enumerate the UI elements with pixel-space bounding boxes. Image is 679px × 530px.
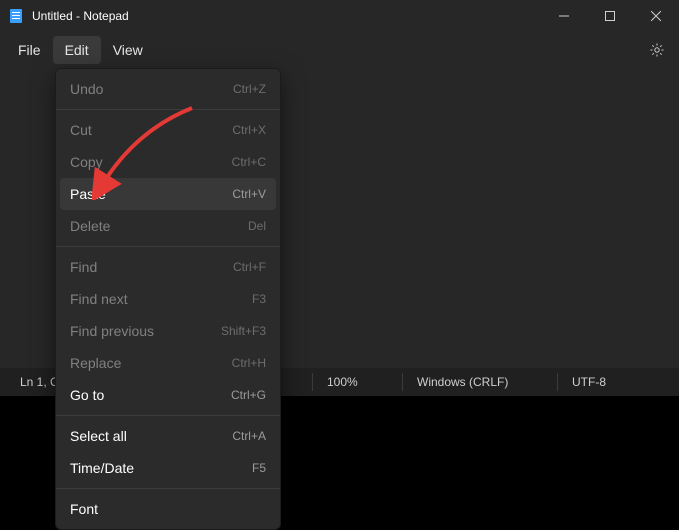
- menu-item-shortcut: F5: [252, 461, 266, 475]
- menu-item-find: Find Ctrl+F: [56, 251, 280, 283]
- menu-item-shortcut: Ctrl+H: [232, 356, 266, 370]
- menu-item-shortcut: Ctrl+Z: [233, 82, 266, 96]
- menu-item-label: Undo: [70, 81, 103, 97]
- titlebar: Untitled - Notepad: [0, 0, 679, 32]
- menu-item-label: Go to: [70, 387, 104, 403]
- notepad-icon: [8, 8, 24, 24]
- menu-item-time-date[interactable]: Time/Date F5: [56, 452, 280, 484]
- menu-item-delete: Delete Del: [56, 210, 280, 242]
- menu-item-find-next: Find next F3: [56, 283, 280, 315]
- menu-item-label: Copy: [70, 154, 103, 170]
- status-encoding: UTF-8: [557, 373, 679, 391]
- minimize-button[interactable]: [541, 0, 587, 32]
- menu-separator: [56, 109, 280, 110]
- menu-view[interactable]: View: [101, 36, 155, 64]
- settings-button[interactable]: [641, 34, 673, 66]
- menu-item-font[interactable]: Font: [56, 493, 280, 525]
- menu-item-cut: Cut Ctrl+X: [56, 114, 280, 146]
- menu-item-label: Delete: [70, 218, 110, 234]
- menu-separator: [56, 246, 280, 247]
- menu-separator: [56, 488, 280, 489]
- menu-item-copy: Copy Ctrl+C: [56, 146, 280, 178]
- menu-item-label: Cut: [70, 122, 92, 138]
- close-button[interactable]: [633, 0, 679, 32]
- edit-menu-dropdown: Undo Ctrl+Z Cut Ctrl+X Copy Ctrl+C Paste Ctrl+V…: [55, 68, 281, 530]
- menu-item-label: Replace: [70, 355, 121, 371]
- menu-item-replace: Replace Ctrl+H: [56, 347, 280, 379]
- menu-item-shortcut: F3: [252, 292, 266, 306]
- menu-item-paste[interactable]: Paste Ctrl+V: [60, 178, 276, 210]
- menu-item-undo: Undo Ctrl+Z: [56, 73, 280, 105]
- menu-item-shortcut: Ctrl+X: [232, 123, 266, 137]
- menu-item-shortcut: Ctrl+A: [232, 429, 266, 443]
- menu-edit[interactable]: Edit: [53, 36, 101, 64]
- menu-file[interactable]: File: [6, 36, 53, 64]
- menu-item-shortcut: Ctrl+G: [231, 388, 266, 402]
- menu-item-shortcut: Del: [248, 219, 266, 233]
- menu-item-label: Time/Date: [70, 460, 134, 476]
- menu-item-label: Select all: [70, 428, 127, 444]
- status-line-ending: Windows (CRLF): [402, 373, 557, 391]
- menu-item-select-all[interactable]: Select all Ctrl+A: [56, 420, 280, 452]
- menu-separator: [56, 415, 280, 416]
- menu-item-label: Find next: [70, 291, 128, 307]
- window-title: Untitled - Notepad: [32, 9, 129, 23]
- menu-item-go-to[interactable]: Go to Ctrl+G: [56, 379, 280, 411]
- menu-item-shortcut: Ctrl+V: [232, 187, 266, 201]
- menubar: File Edit View: [0, 32, 679, 68]
- menu-item-label: Find previous: [70, 323, 154, 339]
- menu-item-shortcut: Shift+F3: [221, 324, 266, 338]
- status-zoom[interactable]: 100%: [312, 373, 402, 391]
- menu-item-label: Paste: [70, 186, 106, 202]
- menu-item-shortcut: Ctrl+F: [233, 260, 266, 274]
- menu-item-shortcut: Ctrl+C: [232, 155, 266, 169]
- menu-item-label: Font: [70, 501, 98, 517]
- maximize-button[interactable]: [587, 0, 633, 32]
- menu-item-find-previous: Find previous Shift+F3: [56, 315, 280, 347]
- menu-item-label: Find: [70, 259, 97, 275]
